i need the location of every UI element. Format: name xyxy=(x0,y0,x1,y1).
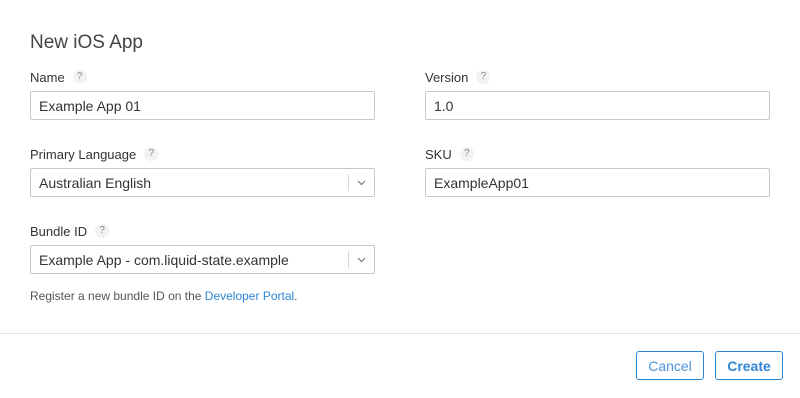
version-label: Version xyxy=(425,69,469,85)
version-help-icon[interactable]: ? xyxy=(476,70,491,84)
name-label: Name xyxy=(30,69,65,85)
version-input[interactable]: 1.0 xyxy=(425,91,770,120)
version-input-value: 1.0 xyxy=(434,97,454,114)
select-divider xyxy=(348,174,349,191)
cancel-button[interactable]: Cancel xyxy=(636,351,704,380)
primary-language-label-row: Primary Language ? xyxy=(30,146,159,162)
developer-portal-link[interactable]: Developer Portal xyxy=(205,289,294,303)
new-ios-app-dialog: New iOS App Name ? Example App 01 Versio… xyxy=(0,0,800,398)
name-label-row: Name ? xyxy=(30,69,87,85)
name-input[interactable]: Example App 01 xyxy=(30,91,375,120)
bundle-id-help-text: Register a new bundle ID on the Develope… xyxy=(30,289,298,303)
bundle-help-prefix: Register a new bundle ID on the xyxy=(30,289,205,303)
bundle-id-value: Example App - com.liquid-state.example xyxy=(39,251,289,268)
sku-label: SKU xyxy=(425,146,452,162)
bundle-id-help-icon[interactable]: ? xyxy=(95,224,110,238)
chevron-down-icon xyxy=(356,178,366,188)
bundle-id-label: Bundle ID xyxy=(30,223,88,239)
select-divider xyxy=(348,251,349,268)
primary-language-select[interactable]: Australian English xyxy=(30,168,375,197)
primary-language-value: Australian English xyxy=(39,174,152,191)
footer-divider xyxy=(0,333,800,334)
sku-help-icon[interactable]: ? xyxy=(459,147,474,161)
sku-input[interactable]: ExampleApp01 xyxy=(425,168,770,197)
sku-input-value: ExampleApp01 xyxy=(434,174,529,191)
primary-language-help-icon[interactable]: ? xyxy=(144,147,159,161)
name-input-value: Example App 01 xyxy=(39,97,141,114)
name-help-icon[interactable]: ? xyxy=(72,70,87,84)
bundle-id-select[interactable]: Example App - com.liquid-state.example xyxy=(30,245,375,274)
version-label-row: Version ? xyxy=(425,69,491,85)
chevron-down-icon xyxy=(356,255,366,265)
bundle-help-suffix: . xyxy=(294,289,298,303)
create-button[interactable]: Create xyxy=(715,351,783,380)
primary-language-label: Primary Language xyxy=(30,146,137,162)
sku-label-row: SKU ? xyxy=(425,146,474,162)
bundle-id-label-row: Bundle ID ? xyxy=(30,223,110,239)
dialog-title: New iOS App xyxy=(30,32,143,53)
